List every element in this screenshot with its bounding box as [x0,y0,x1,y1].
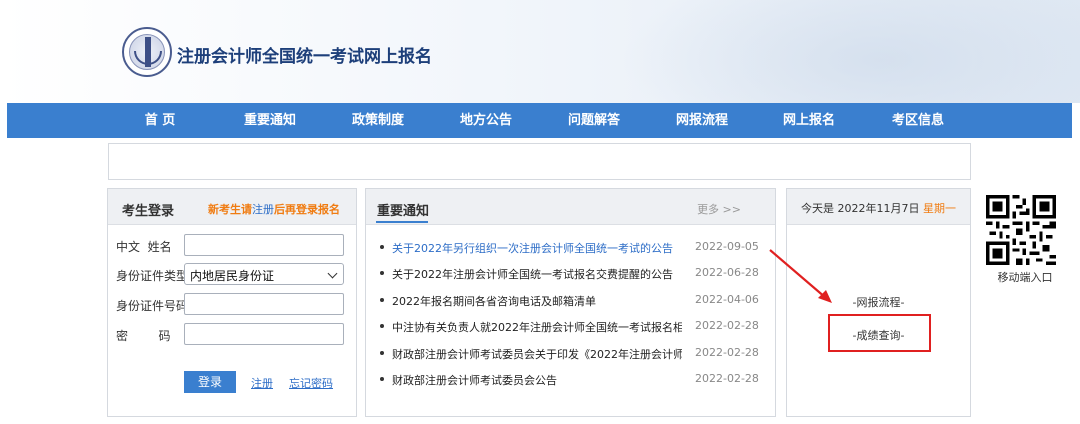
chevron-down-icon [327,268,338,279]
password-input[interactable] [184,323,344,345]
id-type-label: 身份证件类型 [116,269,189,283]
nav-item-exam-areas[interactable]: 考区信息 [873,103,963,138]
notice-title[interactable]: 财政部注册会计师考试委员会公告 [392,372,682,388]
more-link[interactable]: 更多 >> [697,201,741,217]
register-note-link[interactable]: 注册 [252,203,274,216]
mobile-entry-label[interactable]: 移动端入口 [980,269,1070,285]
weekday-text: 星期一 [923,202,956,215]
login-button[interactable]: 登录 [184,371,236,393]
id-number-label: 身份证件号码 [116,299,189,313]
password-row: 密 码 [108,323,358,347]
site-title[interactable]: 注册会计师全国统一考试网上报名 [177,42,432,67]
bullet-icon [380,245,384,249]
site-header: 注册会计师全国统一考试网上报名 [0,0,1080,103]
list-item[interactable]: 关于2022年注册会计师全国统一考试报名交费提醒的公告 2022-06-28 [380,264,770,284]
notice-title[interactable]: 中注协有关负责人就2022年注册会计师全国统一考试报名相... [392,319,682,335]
notice-title[interactable]: 关于2022年另行组织一次注册会计师全国统一考试的公告 [392,240,682,256]
notice-title[interactable]: 关于2022年注册会计师全国统一考试报名交费提醒的公告 [392,266,682,282]
main-nav: 首 页 重要通知 政策制度 地方公告 问题解答 网报流程 网上报名 考区信息 [7,103,1072,138]
id-type-select[interactable]: 内地居民身份证 [184,263,344,285]
list-item[interactable]: 2022年报名期间各省咨询电话及邮箱清单 2022-04-06 [380,291,770,311]
bullet-icon [380,324,384,328]
nav-item-notices[interactable]: 重要通知 [225,103,315,138]
bullet-icon [380,298,384,302]
bullet-icon [380,271,384,275]
list-item[interactable]: 财政部注册会计师考试委员会关于印发《2022年注册会计师... 2022-02-… [380,344,770,364]
password-label: 密 码 [116,329,171,343]
login-title: 考生登录 [122,204,175,219]
side-panel: 今天是 2022年11月7日 星期一 -网报流程- -成绩查询- [786,188,971,417]
name-row: 中文 姓名 [108,234,358,258]
process-link[interactable]: -网报流程- [787,294,970,310]
notice-date: 2022-09-05 [695,240,759,253]
nav-item-home[interactable]: 首 页 [115,103,205,138]
side-header: 今天是 2022年11月7日 星期一 [787,189,970,225]
qr-code-icon[interactable] [986,195,1056,265]
bullet-icon [380,351,384,355]
notice-date: 2022-02-28 [695,319,759,332]
nav-item-faq[interactable]: 问题解答 [549,103,639,138]
notices-header: 重要通知 更多 >> [366,189,775,225]
cicpa-logo-icon[interactable] [122,27,172,77]
notice-date: 2022-02-28 [695,372,759,385]
current-date: 今天是 2022年11月7日 星期一 [787,200,970,216]
nav-item-local-announcements[interactable]: 地方公告 [441,103,531,138]
register-note-suffix: 后再登录报名 [274,203,340,216]
notices-title-underline [376,221,428,223]
id-number-input[interactable] [184,293,344,315]
name-label: 中文 姓名 [116,240,172,254]
nav-item-process[interactable]: 网报流程 [657,103,747,138]
header-decoration [620,0,1080,103]
bullet-icon [380,377,384,381]
notice-date: 2022-06-28 [695,266,759,279]
nav-item-online-registration[interactable]: 网上报名 [764,103,854,138]
date-text: 今天是 2022年11月7日 [801,202,920,215]
login-header: 考生登录 新考生请注册后再登录报名 [108,189,356,225]
banner-area [108,143,971,180]
login-panel: 考生登录 新考生请注册后再登录报名 中文 姓名 身份证件类型 内地居民身份证 身… [107,188,357,417]
list-item[interactable]: 关于2022年另行组织一次注册会计师全国统一考试的公告 2022-09-05 [380,238,770,258]
register-link[interactable]: 注册 [251,375,273,391]
list-item[interactable]: 中注协有关负责人就2022年注册会计师全国统一考试报名相... 2022-02-… [380,317,770,337]
notices-title[interactable]: 重要通知 [377,200,429,219]
id-type-selected-value: 内地居民身份证 [190,269,275,283]
name-input[interactable] [184,234,344,256]
forgot-password-link[interactable]: 忘记密码 [289,375,333,391]
register-note: 新考生请注册后再登录报名 [208,201,340,217]
notice-date: 2022-02-28 [695,346,759,359]
list-item[interactable]: 财政部注册会计师考试委员会公告 2022-02-28 [380,370,770,390]
notice-date: 2022-04-06 [695,293,759,306]
notice-title[interactable]: 财政部注册会计师考试委员会关于印发《2022年注册会计师... [392,346,682,362]
id-type-row: 身份证件类型 内地居民身份证 [108,263,358,287]
nav-item-policies[interactable]: 政策制度 [333,103,423,138]
notice-title[interactable]: 2022年报名期间各省咨询电话及邮箱清单 [392,293,682,309]
logo-pillar [145,37,151,67]
register-note-prefix: 新考生请 [208,203,252,216]
id-number-row: 身份证件号码 [108,293,358,317]
notices-panel: 重要通知 更多 >> 关于2022年另行组织一次注册会计师全国统一考试的公告 2… [365,188,776,417]
highlight-box [828,314,931,352]
